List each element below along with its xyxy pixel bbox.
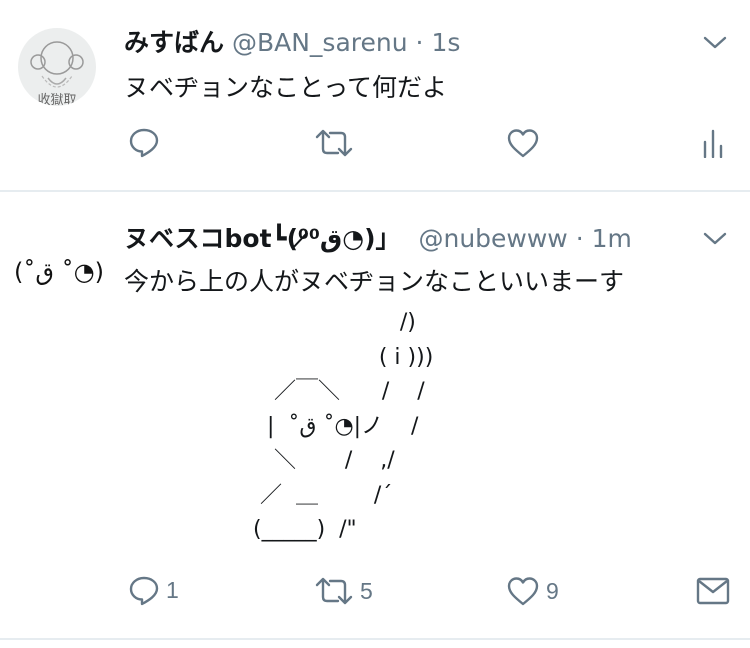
reply-icon	[129, 576, 159, 606]
user-handle[interactable]: @nubewww	[418, 224, 567, 253]
reply-button[interactable]	[128, 126, 166, 158]
ascii-art: /) ( i ))) ／￣＼ / / | ˚ق ˚◔|ノ / ＼ / ,/ ／ …	[252, 310, 434, 542]
avatar[interactable]: (˚ق ˚◔)	[14, 252, 104, 292]
avatar-caption: 收獄取	[37, 93, 76, 106]
avatar-illustration: 收獄取	[30, 41, 84, 106]
timestamp[interactable]: 1m	[592, 224, 632, 253]
retweet-icon	[315, 577, 353, 605]
tweet-header: ヌベスコbot┗(⁰̷ق⁰̷◔)」 @nubewww · 1m	[124, 224, 632, 254]
chevron-down-icon[interactable]	[702, 226, 728, 252]
tweet[interactable]: 收獄取 みすばん @BAN_sarenu · 1s ヌベヂョンなことって何だよ	[0, 0, 750, 190]
retweet-icon	[315, 129, 353, 157]
reply-count: 1	[166, 576, 179, 603]
retweet-button[interactable]	[314, 127, 360, 159]
like-button[interactable]: 9	[506, 575, 559, 607]
like-count: 9	[546, 577, 559, 604]
reply-button[interactable]: 1	[128, 574, 179, 606]
analytics-icon[interactable]	[702, 128, 724, 158]
tweet-text: 今から上の人がヌベヂョンなこといいまーす	[124, 267, 625, 296]
like-button[interactable]	[506, 127, 546, 159]
like-icon	[507, 129, 539, 158]
like-icon	[507, 577, 539, 606]
retweet-button[interactable]: 5	[314, 575, 373, 607]
user-handle[interactable]: @BAN_sarenu	[232, 28, 408, 57]
tweet-text: ヌベヂョンなことって何だよ	[124, 73, 448, 102]
separator: ·	[415, 28, 424, 57]
separator: ·	[575, 224, 584, 253]
tweet-header: みすばん @BAN_sarenu · 1s	[124, 28, 460, 58]
reply-icon	[129, 128, 159, 158]
retweet-count: 5	[360, 577, 373, 604]
timestamp[interactable]: 1s	[431, 28, 460, 57]
chevron-down-icon[interactable]	[702, 30, 728, 56]
message-icon[interactable]	[696, 577, 730, 605]
display-name[interactable]: ヌベスコbot┗(⁰̷ق⁰̷◔)」	[124, 224, 401, 253]
divider	[0, 638, 750, 640]
avatar[interactable]: 收獄取	[18, 28, 96, 106]
display-name[interactable]: みすばん	[124, 28, 224, 57]
